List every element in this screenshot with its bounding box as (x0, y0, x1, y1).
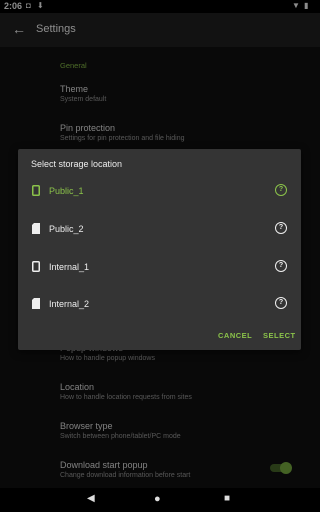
help-icon[interactable]: ? (275, 297, 287, 309)
help-icon[interactable]: ? (275, 222, 287, 234)
help-icon[interactable]: ? (275, 184, 287, 196)
sd-card-icon (32, 298, 40, 309)
option-label: Public_1 (49, 186, 84, 196)
sd-card-icon (32, 223, 40, 234)
phone-icon (32, 185, 40, 196)
dialog-title: Select storage location (31, 159, 123, 169)
navigation-bar: ◀ ● ■ (0, 488, 320, 512)
option-label: Internal_1 (49, 262, 90, 272)
option-internal-1[interactable]: Internal_1 ? (18, 253, 301, 283)
option-label: Internal_2 (49, 299, 90, 309)
select-button[interactable]: SELECT (263, 331, 296, 340)
recents-nav-icon[interactable]: ■ (224, 493, 230, 504)
phone-icon (32, 261, 40, 272)
option-public-2[interactable]: Public_2 ? (18, 215, 301, 245)
dialog-actions: CANCEL SELECT (18, 331, 301, 345)
home-nav-icon[interactable]: ● (154, 493, 161, 505)
option-internal-2[interactable]: Internal_2 ? (18, 290, 301, 320)
help-icon[interactable]: ? (275, 260, 287, 272)
storage-location-dialog: Select storage location Public_1 ? Publi… (18, 149, 301, 350)
back-nav-icon[interactable]: ◀ (87, 493, 95, 504)
option-label: Public_2 (49, 224, 84, 234)
cancel-button[interactable]: CANCEL (218, 331, 252, 340)
option-public-1[interactable]: Public_1 ? (18, 177, 301, 207)
